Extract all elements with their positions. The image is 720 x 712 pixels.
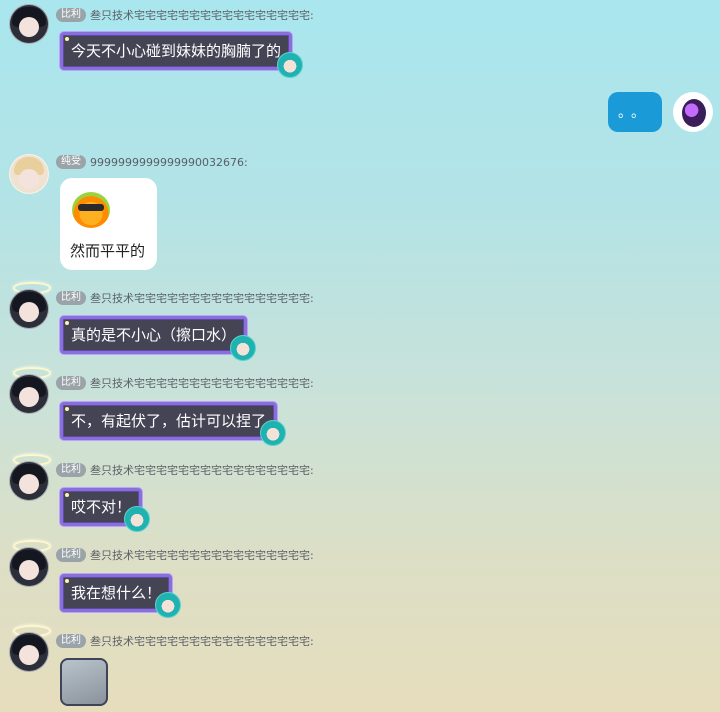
member-badge: 比利 — [56, 634, 86, 648]
avatar[interactable] — [9, 461, 49, 501]
sent-image-thumbnail[interactable] — [60, 658, 108, 706]
member-badge: 比利 — [56, 291, 86, 305]
member-badge: 比利 — [56, 8, 86, 22]
avatar-self[interactable] — [673, 92, 713, 132]
message-header: 比利 叁只技术宅宅宅宅宅宅宅宅宅宅宅宅宅宅宅宅: — [56, 375, 314, 391]
avatar[interactable] — [9, 289, 49, 329]
message-text: 真的是不小心（擦口水） — [71, 326, 237, 344]
member-badge: 比利 — [56, 463, 86, 477]
bubble-decoration-icon — [277, 52, 303, 78]
message-bubble[interactable]: 然而平平的 — [60, 178, 157, 270]
message-text: 。。 — [618, 105, 651, 121]
message-bubble-self[interactable]: 。。 — [608, 92, 662, 132]
message-header: 比利 叁只技术宅宅宅宅宅宅宅宅宅宅宅宅宅宅宅宅: — [56, 290, 314, 306]
message-bubble[interactable]: 真的是不小心（擦口水） — [60, 316, 248, 354]
sender-nickname[interactable]: 叁只技术宅宅宅宅宅宅宅宅宅宅宅宅宅宅宅宅: — [90, 375, 314, 391]
bubble-decoration-icon — [230, 335, 256, 361]
sender-nickname[interactable]: 叁只技术宅宅宅宅宅宅宅宅宅宅宅宅宅宅宅宅: — [90, 633, 314, 649]
avatar[interactable] — [9, 547, 49, 587]
message-bubble[interactable]: 今天不小心碰到妹妹的胸腩了的 — [60, 32, 293, 70]
sender-nickname[interactable]: 叁只技术宅宅宅宅宅宅宅宅宅宅宅宅宅宅宅宅: — [90, 7, 314, 23]
sender-nickname[interactable]: 叁只技术宅宅宅宅宅宅宅宅宅宅宅宅宅宅宅宅: — [90, 290, 314, 306]
sunglasses-emoji-icon — [72, 192, 110, 228]
bubble-decoration-icon — [260, 420, 286, 446]
message-text: 不，有起伏了，估计可以捏了 — [71, 412, 267, 430]
bubble-decoration-icon — [155, 592, 181, 618]
message-header: 纯受 9999999999999990032676: — [56, 154, 248, 170]
message-text: 哎不对！ — [71, 498, 132, 516]
message-bubble[interactable]: 不，有起伏了，估计可以捏了 — [60, 402, 278, 440]
message-text: 今天不小心碰到妹妹的胸腩了的 — [71, 42, 282, 60]
sender-nickname[interactable]: 9999999999999990032676: — [90, 156, 248, 169]
member-badge: 纯受 — [56, 155, 86, 169]
message-text: 然而平平的 — [70, 242, 146, 260]
member-badge: 比利 — [56, 548, 86, 562]
sender-nickname[interactable]: 叁只技术宅宅宅宅宅宅宅宅宅宅宅宅宅宅宅宅: — [90, 547, 314, 563]
message-header: 比利 叁只技术宅宅宅宅宅宅宅宅宅宅宅宅宅宅宅宅: — [56, 547, 314, 563]
message-header: 比利 叁只技术宅宅宅宅宅宅宅宅宅宅宅宅宅宅宅宅: — [56, 462, 314, 478]
bubble-decoration-icon — [124, 506, 150, 532]
avatar[interactable] — [9, 154, 49, 194]
sender-nickname[interactable]: 叁只技术宅宅宅宅宅宅宅宅宅宅宅宅宅宅宅宅: — [90, 462, 314, 478]
avatar[interactable] — [9, 632, 49, 672]
message-header: 比利 叁只技术宅宅宅宅宅宅宅宅宅宅宅宅宅宅宅宅: — [56, 633, 314, 649]
message-header: 比利 叁只技术宅宅宅宅宅宅宅宅宅宅宅宅宅宅宅宅: — [56, 7, 314, 23]
message-text: 我在想什么！ — [71, 584, 162, 602]
avatar[interactable] — [9, 374, 49, 414]
avatar[interactable] — [9, 4, 49, 44]
member-badge: 比利 — [56, 376, 86, 390]
